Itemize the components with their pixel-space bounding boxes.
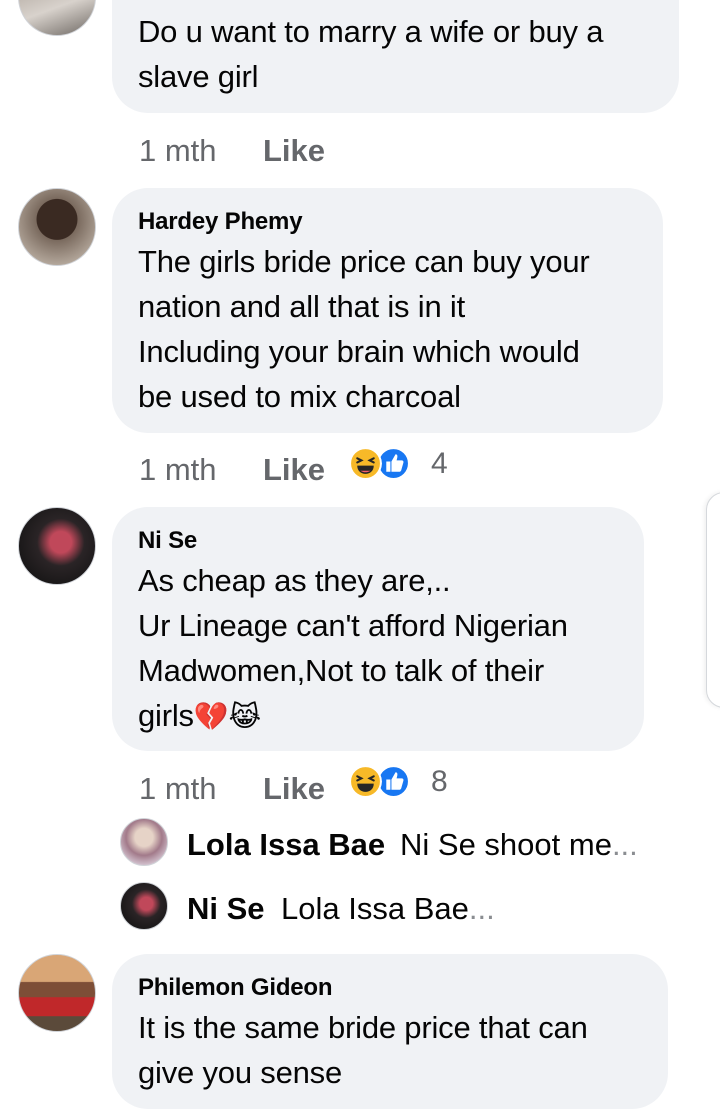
comment-bubble[interactable]: Philemon Gideon It is the same bride pri… <box>112 954 668 1109</box>
reply-avatar[interactable] <box>120 818 168 866</box>
comment-text: It is the same bride price that can <box>138 1010 588 1045</box>
comment-timestamp: 1 mth <box>139 452 217 487</box>
comment-author[interactable]: Ni Se <box>138 527 197 555</box>
comment-text: Ur Lineage can't afford Nigerian <box>138 608 568 643</box>
comment-author[interactable]: Philemon Gideon <box>138 974 333 1002</box>
comment-text: be used to mix charcoal <box>138 379 461 414</box>
comment-text: nation and all that is in it <box>138 289 465 324</box>
comment-text: girls💔😹 <box>138 698 261 734</box>
comment-emoji: 💔😹 <box>193 700 262 733</box>
haha-reaction-icon <box>349 765 382 798</box>
avatar[interactable] <box>18 188 96 266</box>
reaction-summary[interactable]: 8 <box>349 765 449 801</box>
comment-text: give you sense <box>138 1055 342 1090</box>
side-panel-edge <box>706 492 720 708</box>
comment-bubble[interactable]: Do u want to marry a wife or buy a slave… <box>112 0 679 113</box>
reply-ellipsis: ... <box>468 891 495 926</box>
like-button[interactable]: Like <box>263 771 325 807</box>
comment-timestamp: 1 mth <box>139 771 217 806</box>
comment-author[interactable]: Hardey Phemy <box>138 208 303 236</box>
reply-text: Ni Se shoot me <box>400 827 612 862</box>
comment-timestamp: 1 mth <box>139 133 217 168</box>
reply-avatar[interactable] <box>120 882 168 930</box>
comment-text: As cheap as they are,.. <box>138 563 451 598</box>
comment-text: Do u want to marry a wife or buy a <box>138 14 604 49</box>
comment-bubble[interactable]: Ni Se As cheap as they are,.. Ur Lineage… <box>112 507 644 751</box>
reaction-count: 4 <box>431 447 448 480</box>
comment-text: slave girl <box>138 59 259 94</box>
comment-bubble[interactable]: Hardey Phemy The girls bride price can b… <box>112 188 663 433</box>
like-button[interactable]: Like <box>263 452 325 488</box>
reply-text: Lola Issa Bae <box>281 891 469 926</box>
reply-ellipsis: ... <box>611 827 638 862</box>
reply-author[interactable]: Ni Se <box>187 891 265 927</box>
comment-text: Madwomen,Not to talk of their <box>138 653 544 688</box>
reaction-count: 8 <box>431 765 448 798</box>
avatar[interactable] <box>18 507 96 585</box>
haha-reaction-icon <box>349 447 382 480</box>
reply-snippet[interactable]: Lola Issa Bae... <box>281 891 495 927</box>
reply-author[interactable]: Lola Issa Bae <box>187 827 385 863</box>
comment-text-segment: girls <box>138 698 194 733</box>
avatar[interactable] <box>18 954 96 1032</box>
comment-text: The girls bride price can buy your <box>138 244 590 279</box>
like-button[interactable]: Like <box>263 133 325 169</box>
reply-snippet[interactable]: Ni Se shoot me... <box>400 827 638 863</box>
reaction-summary[interactable]: 4 <box>349 447 449 483</box>
comment-text: Including your brain which would <box>138 334 580 369</box>
avatar[interactable] <box>18 0 96 36</box>
